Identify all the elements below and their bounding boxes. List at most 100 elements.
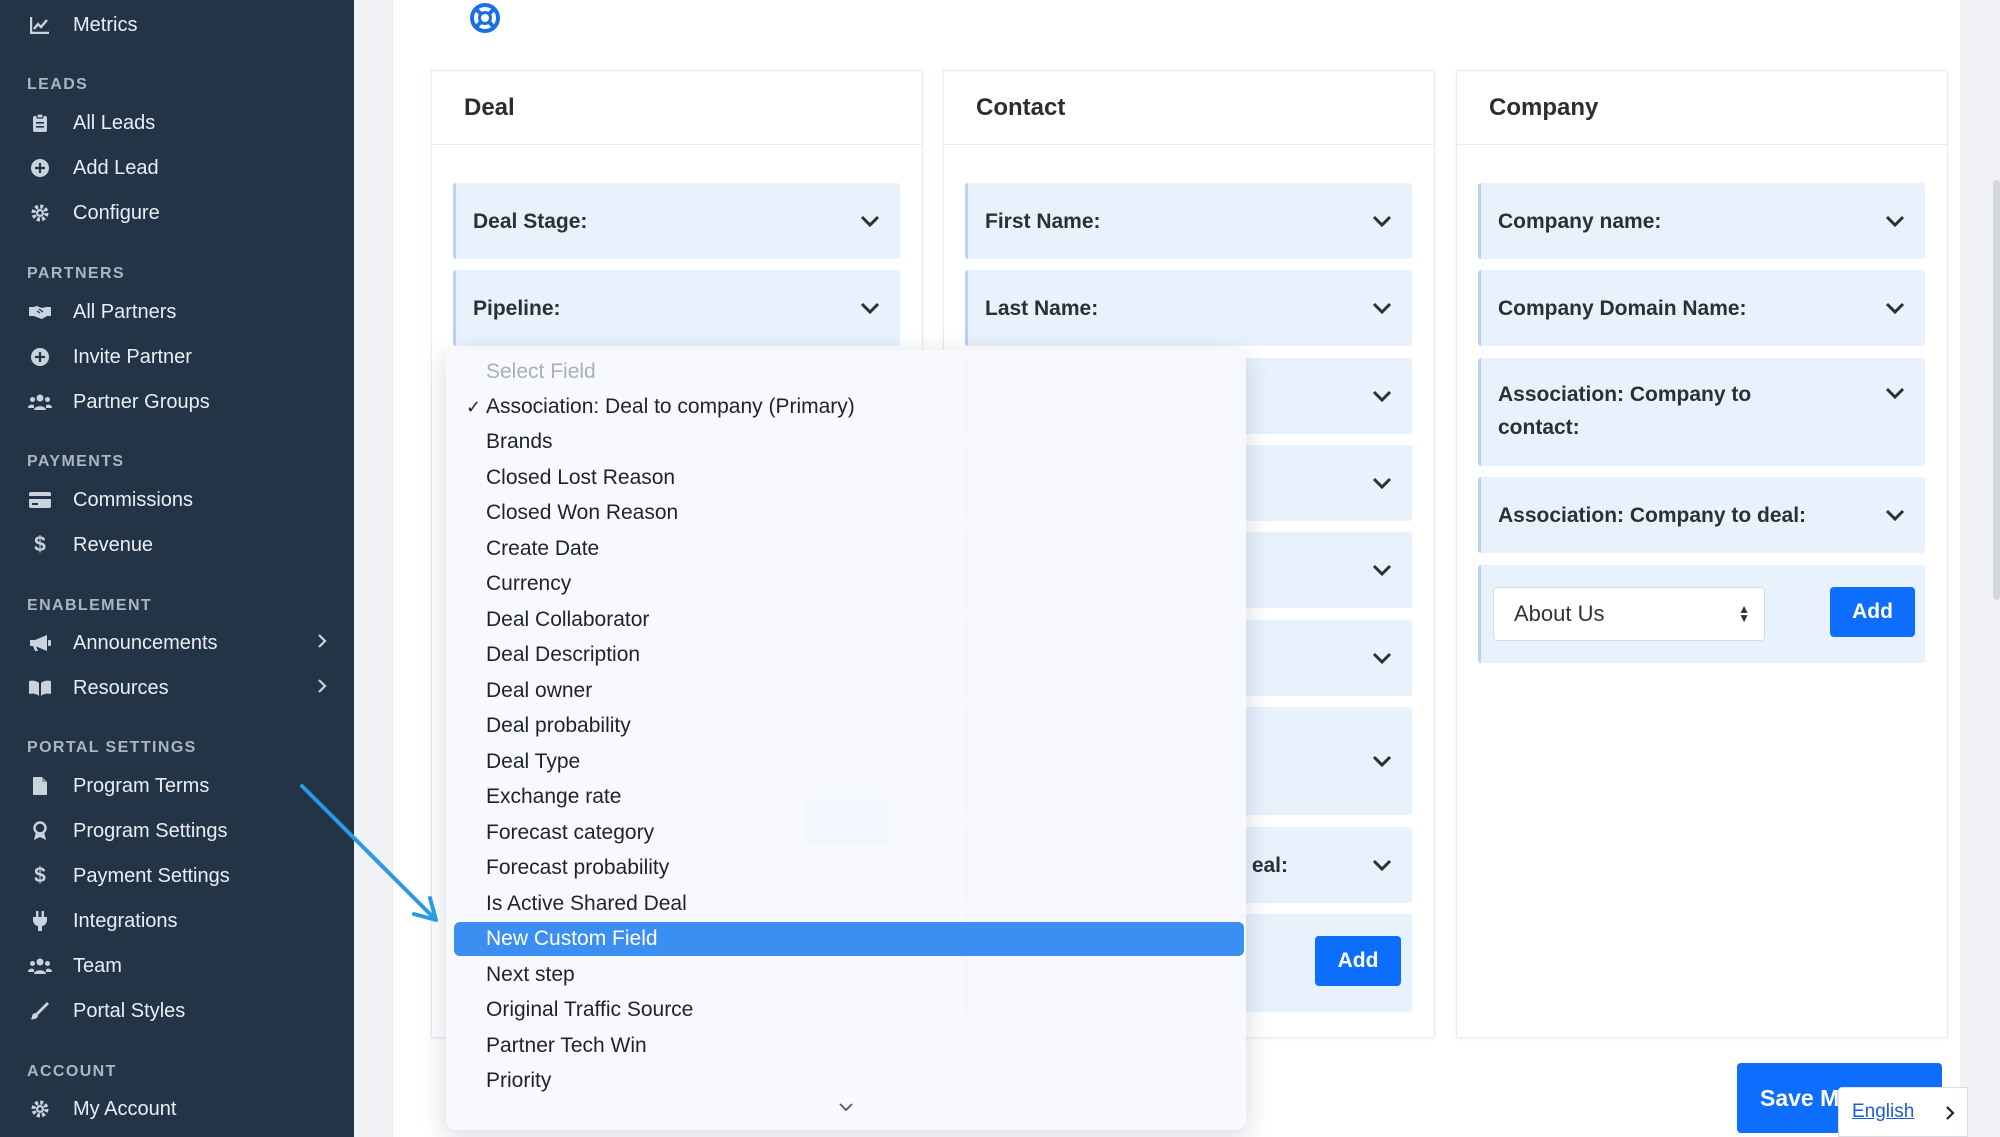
chevron-down-icon	[860, 302, 880, 315]
dropdown-option[interactable]: Deal Description	[454, 638, 1244, 672]
field-label: Last Name:	[985, 296, 1099, 320]
dropdown-option-highlighted[interactable]: New Custom Field	[454, 922, 1244, 956]
sidebar-item-my-account[interactable]: My Account	[27, 1091, 327, 1127]
panel-title: Company	[1457, 71, 1947, 145]
sidebar-item-integrations[interactable]: Integrations	[27, 903, 327, 939]
lifebuoy-icon[interactable]	[469, 2, 501, 34]
sidebar: Metrics LEADS All Leads Add Lead Configu…	[0, 0, 354, 1137]
contact-add-button[interactable]: Add	[1315, 936, 1401, 986]
dropdown-option[interactable]: Closed Won Reason	[454, 496, 1244, 530]
megaphone-icon	[27, 630, 53, 656]
dropdown-option[interactable]: Closed Lost Reason	[454, 461, 1244, 495]
pipeline-field[interactable]: Pipeline:	[453, 270, 900, 346]
option-label: Association: Deal to company (Primary)	[486, 395, 855, 418]
sidebar-section-leads: LEADS	[27, 76, 89, 93]
dropdown-option[interactable]: Is Active Shared Deal	[454, 887, 1244, 921]
dropdown-option[interactable]: Next step	[454, 958, 1244, 992]
dollar-icon: $	[34, 864, 46, 887]
sidebar-item-team[interactable]: Team	[27, 948, 327, 984]
sidebar-item-invite-partner[interactable]: Invite Partner	[27, 339, 327, 375]
chevron-down-icon	[1885, 387, 1905, 400]
sidebar-item-configure[interactable]: Configure	[27, 195, 327, 231]
sidebar-item-label: All Partners	[73, 300, 177, 323]
checkmark-icon: ✓	[466, 396, 482, 417]
chevron-down-icon	[1372, 564, 1392, 577]
sidebar-section-account: ACCOUNT	[27, 1063, 117, 1080]
sidebar-item-label: Configure	[73, 201, 160, 224]
field-label: Deal Stage:	[473, 209, 588, 233]
sidebar-item-all-partners[interactable]: All Partners	[27, 294, 327, 330]
sidebar-item-program-settings[interactable]: Program Settings	[27, 813, 327, 849]
sidebar-item-partner-groups[interactable]: Partner Groups	[27, 384, 327, 420]
sidebar-item-resources[interactable]: Resources	[27, 670, 327, 706]
sidebar-item-portal-styles[interactable]: Portal Styles	[27, 993, 327, 1029]
sidebar-item-label: Commissions	[73, 488, 194, 511]
chart-line-icon	[27, 12, 53, 38]
sidebar-item-revenue[interactable]: $ Revenue	[27, 527, 327, 563]
award-icon	[27, 818, 53, 844]
sidebar-section-enablement: ENABLEMENT	[27, 597, 153, 614]
last-name-field[interactable]: Last Name:	[965, 270, 1412, 346]
company-field-select[interactable]: About Us ▲ ▼	[1493, 587, 1765, 641]
users-icon	[27, 389, 53, 415]
chevron-down-icon[interactable]	[838, 1102, 854, 1112]
dropdown-option-checked[interactable]: ✓ Association: Deal to company (Primary)	[454, 390, 1244, 424]
sidebar-item-add-lead[interactable]: Add Lead	[27, 150, 327, 186]
sidebar-section-partners: PARTNERS	[27, 265, 126, 282]
sidebar-item-metrics[interactable]: Metrics	[27, 7, 327, 43]
sidebar-item-label: Revenue	[73, 533, 154, 556]
dropdown-option[interactable]: Brands	[454, 425, 1244, 459]
company-add-button[interactable]: Add	[1830, 587, 1915, 637]
dropdown-option[interactable]: Deal probability	[454, 709, 1244, 743]
dropdown-option[interactable]: Forecast category	[454, 816, 1244, 850]
dropdown-option[interactable]: Deal Type	[454, 745, 1244, 779]
dropdown-option[interactable]: Exchange rate	[454, 780, 1244, 814]
dollar-icon: $	[34, 533, 46, 556]
company-to-contact-field[interactable]: Association: Company to contact:	[1478, 358, 1925, 466]
dropdown-option[interactable]: Priority	[454, 1064, 1244, 1098]
company-panel: Company Company name: Company Domain Nam…	[1456, 70, 1948, 1038]
chevron-down-icon	[1372, 390, 1392, 403]
first-name-field[interactable]: First Name:	[965, 183, 1412, 259]
sidebar-item-program-terms[interactable]: Program Terms	[27, 768, 327, 804]
chevron-down-icon	[1885, 509, 1905, 522]
field-label: Company Domain Name:	[1498, 296, 1747, 320]
dropdown-option[interactable]: Create Date	[454, 532, 1244, 566]
chevron-down-icon	[1372, 755, 1392, 768]
dropdown-option[interactable]: Original Traffic Source	[454, 993, 1244, 1027]
sidebar-item-label: Partner Groups	[73, 390, 210, 413]
credit-card-icon	[27, 487, 53, 513]
company-add-row: About Us ▲ ▼ Add	[1478, 565, 1925, 663]
gear-icon	[27, 1096, 53, 1122]
dropdown-option[interactable]: Deal Collaborator	[454, 603, 1244, 637]
paintbrush-icon	[27, 998, 53, 1024]
dropdown-option[interactable]: Deal owner	[454, 674, 1244, 708]
sidebar-item-announcements[interactable]: Announcements	[27, 625, 327, 661]
sidebar-item-label: Payment Settings	[73, 864, 230, 887]
language-selector[interactable]: English	[1838, 1087, 1968, 1137]
dropdown-option[interactable]: Forecast probability	[454, 851, 1244, 885]
deal-stage-field[interactable]: Deal Stage:	[453, 183, 900, 259]
chevron-down-icon	[1885, 215, 1905, 228]
company-domain-field[interactable]: Company Domain Name:	[1478, 270, 1925, 346]
page-scrollbar[interactable]	[1993, 180, 2000, 600]
sidebar-item-label: Add Lead	[73, 156, 159, 179]
file-icon	[27, 773, 53, 799]
sidebar-item-commissions[interactable]: Commissions	[27, 482, 327, 518]
field-label: Company name:	[1498, 209, 1662, 233]
dropdown-option[interactable]: Currency	[454, 567, 1244, 601]
sidebar-item-payment-settings[interactable]: $ Payment Settings	[27, 858, 327, 894]
sidebar-item-label: Team	[73, 954, 122, 977]
plus-circle-icon	[27, 155, 53, 181]
dropdown-placeholder: Select Field	[486, 360, 596, 383]
company-to-deal-field[interactable]: Association: Company to deal:	[1478, 477, 1925, 553]
field-label: First Name:	[985, 209, 1101, 233]
sidebar-item-all-leads[interactable]: All Leads	[27, 105, 327, 141]
chevron-down-icon	[1372, 477, 1392, 490]
company-name-field[interactable]: Company name:	[1478, 183, 1925, 259]
sidebar-item-label: Program Settings	[73, 819, 228, 842]
dropdown-option[interactable]: Partner Tech Win	[454, 1029, 1244, 1063]
field-label: Pipeline:	[473, 296, 561, 320]
sidebar-item-label: Portal Styles	[73, 999, 186, 1022]
field-select-dropdown: Select Field ✓ Association: Deal to comp…	[446, 350, 1246, 1130]
